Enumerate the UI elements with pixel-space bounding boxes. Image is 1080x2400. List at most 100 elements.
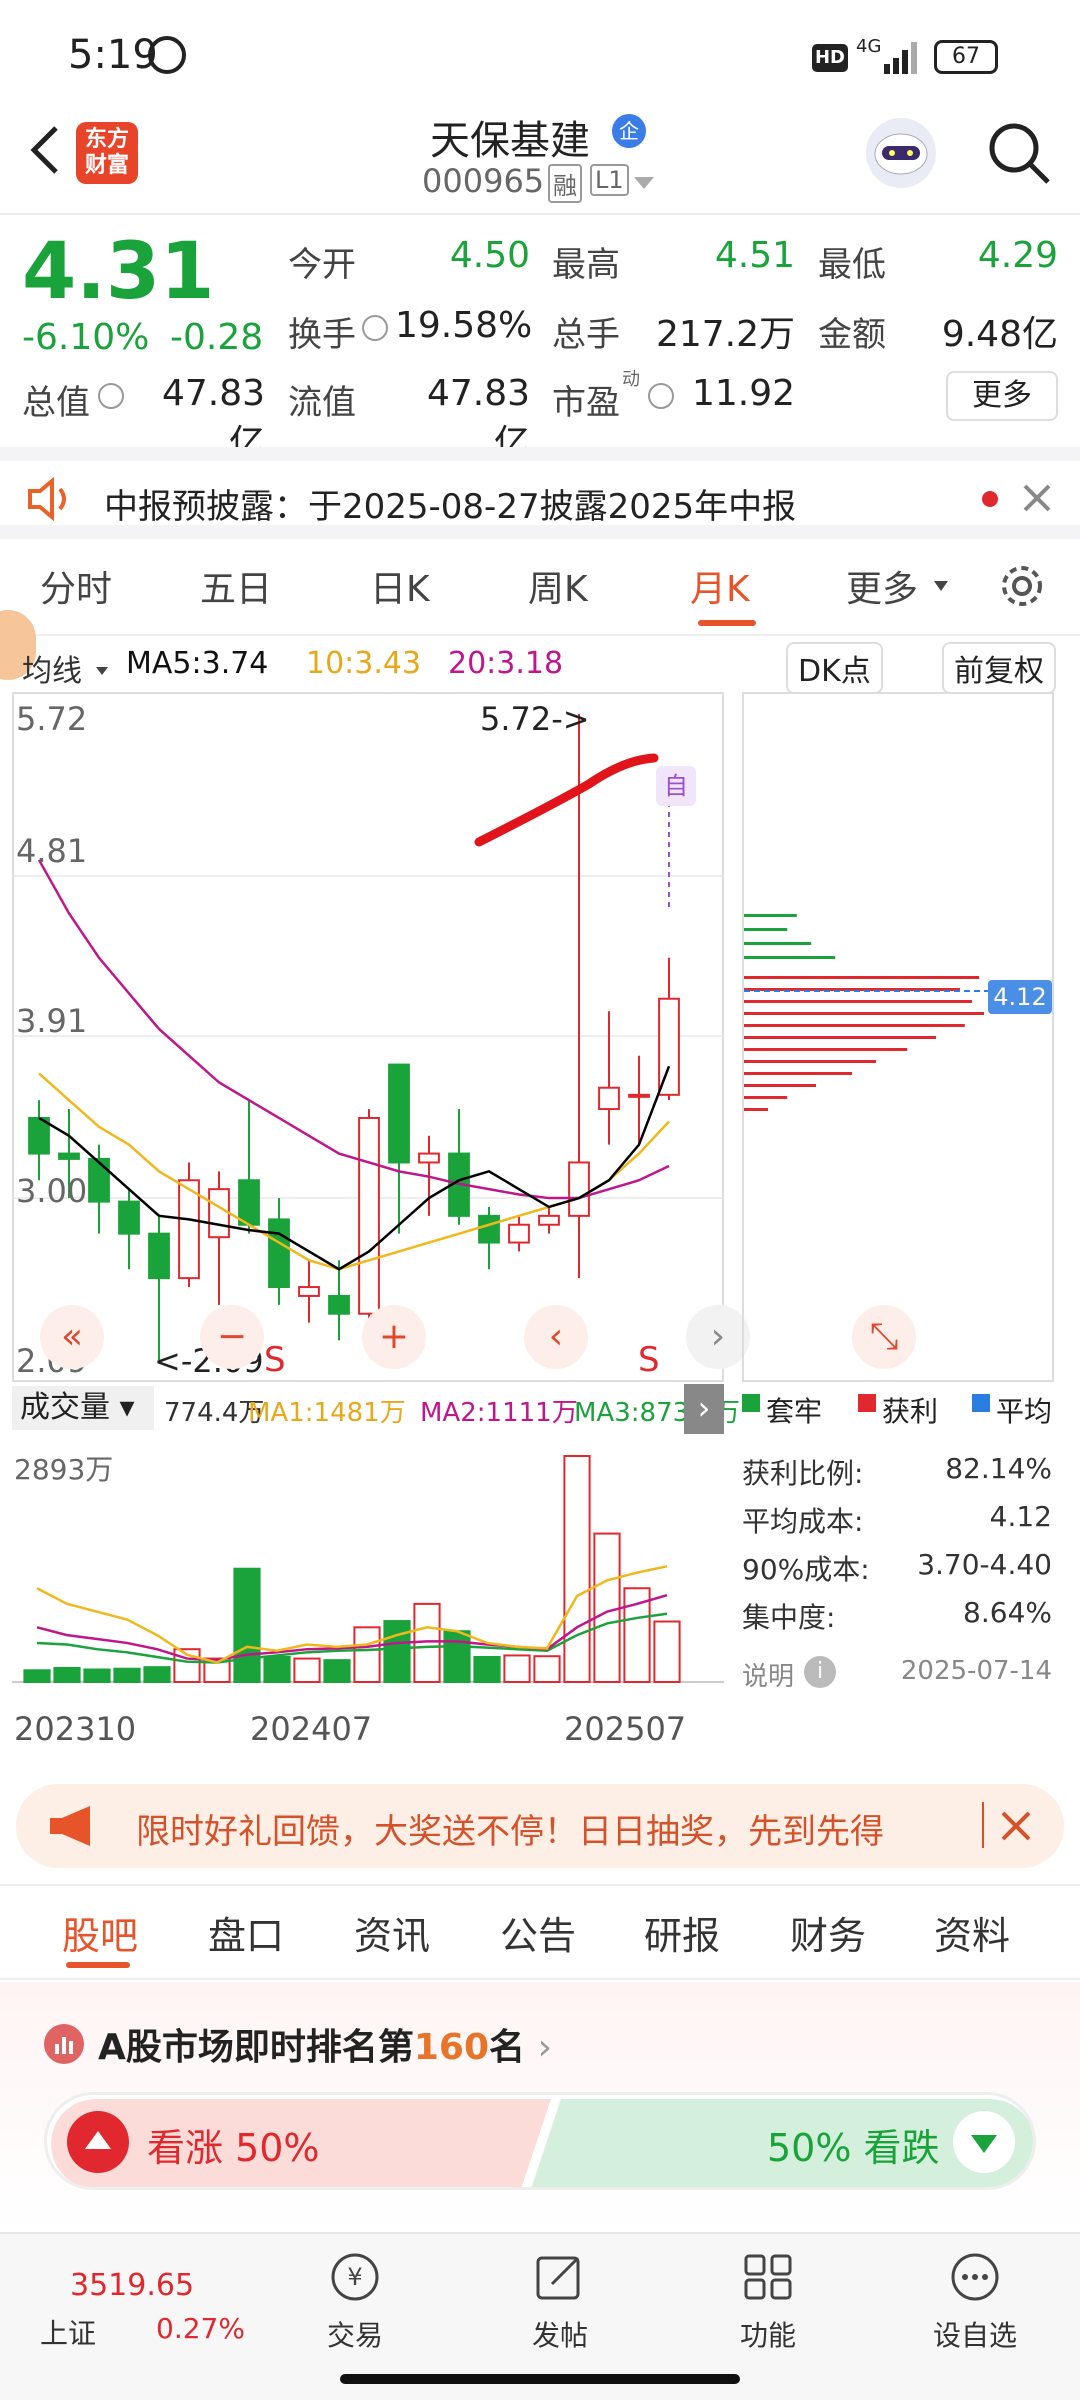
cost-bar-trapped: [744, 942, 812, 945]
high-marker: 5.72->: [480, 700, 590, 738]
battery-icon: 67: [934, 40, 998, 74]
tab-more[interactable]: 更多: [846, 560, 918, 612]
zoom-in-icon[interactable]: +: [362, 1305, 426, 1369]
ma10-legend: 10:3.43: [306, 646, 422, 681]
bull-up-icon[interactable]: [67, 2111, 129, 2173]
cost-bar-profit: [744, 1024, 965, 1027]
active-tab-indicator: [66, 1962, 130, 1968]
chevron-left-icon[interactable]: [22, 120, 72, 180]
nav-functions[interactable]: 功能: [708, 2314, 828, 2354]
index-value[interactable]: 3519.65: [70, 2268, 194, 2303]
nav-post[interactable]: 发帖: [500, 2314, 620, 2354]
compose-icon[interactable]: [534, 2252, 586, 2302]
kline-panel[interactable]: [12, 692, 724, 1382]
vol-ma2-legend: MA2:1111万: [420, 1398, 578, 1428]
tab-weekly-k[interactable]: 周K: [528, 560, 588, 612]
home-indicator: [340, 2374, 740, 2384]
stat-value: 3.70-4.40: [917, 1548, 1052, 1581]
close-icon[interactable]: [1000, 1810, 1032, 1842]
bear-down-icon[interactable]: [953, 2111, 1015, 2173]
unread-dot: [982, 491, 998, 507]
tab-research[interactable]: 研报: [644, 1905, 720, 1960]
cost-distribution-panel[interactable]: [742, 692, 1054, 1382]
more-dots-icon[interactable]: [948, 2252, 1002, 2302]
bear-label[interactable]: 50% 看跌: [767, 2117, 940, 2172]
cost-bar-profit: [744, 976, 980, 979]
tab-forum[interactable]: 股吧: [62, 1905, 138, 1960]
cost-bar-profit: [744, 1096, 788, 1099]
caret-down-icon: [96, 660, 108, 679]
chevron-right-icon[interactable]: ›: [686, 1305, 750, 1369]
search-icon[interactable]: [984, 118, 1054, 188]
caret-down-icon: [934, 576, 948, 595]
tab-profile[interactable]: 资料: [934, 1905, 1010, 1960]
candle-body: [208, 1188, 230, 1239]
cost-bar-profit: [744, 1012, 984, 1015]
megaphone-icon: [46, 1804, 102, 1848]
nav-add-watchlist[interactable]: 设自选: [915, 2314, 1035, 2354]
volume-bar: [23, 1669, 51, 1683]
candle: [118, 1189, 140, 1270]
tab-daily-k[interactable]: 日K: [370, 560, 430, 612]
candle-body: [478, 1214, 500, 1244]
bull-label[interactable]: 看涨 50%: [147, 2117, 320, 2172]
notice-bar[interactable]: 中报预披露：于2025-08-27披露2025年中报: [0, 447, 1080, 539]
tab-intraday[interactable]: 分时: [40, 560, 112, 612]
speaker-icon: [26, 476, 76, 522]
cost-bar-profit: [744, 1060, 876, 1063]
candle-body: [238, 1179, 260, 1226]
note-label[interactable]: 说明: [742, 1656, 794, 1693]
stock-name: 天保基建: [430, 118, 590, 164]
stock-code: 000965: [422, 162, 545, 200]
candle-body: [58, 1152, 80, 1160]
rewind-icon[interactable]: «: [40, 1305, 104, 1369]
candle: [208, 1171, 230, 1305]
adjust-button[interactable]: 前复权: [942, 642, 1056, 694]
volume-panel[interactable]: [12, 1436, 724, 1692]
info-icon[interactable]: i: [804, 1656, 836, 1688]
volume-bar: [233, 1567, 261, 1683]
more-button[interactable]: 更多: [946, 371, 1058, 421]
chevron-down-icon[interactable]: [634, 174, 654, 193]
signal-icon: [860, 40, 920, 74]
y-label-4: 3.00: [16, 1172, 88, 1210]
tab-monthly-k[interactable]: 月K: [690, 560, 750, 612]
volume-selector[interactable]: 成交量 ▾: [12, 1386, 154, 1430]
info-icon[interactable]: [98, 383, 124, 409]
ranking-text[interactable]: A股市场即时排名第160名 ›: [98, 2018, 552, 2070]
close-icon[interactable]: [1022, 483, 1052, 513]
grid-icon[interactable]: [742, 2252, 794, 2302]
volume-bar: [383, 1620, 411, 1683]
level-tag: L1: [590, 164, 629, 196]
chevron-right-icon[interactable]: ›: [684, 1384, 724, 1434]
chevron-left-icon[interactable]: ‹: [524, 1305, 588, 1369]
promo-banner[interactable]: 限时好礼回馈，大奖送不停！日日抽奖，先到先得: [16, 1784, 1064, 1868]
candle: [658, 957, 680, 1101]
expand-icon[interactable]: ⤡: [852, 1305, 916, 1369]
clock: 5:19: [68, 32, 158, 78]
volume-bar: [143, 1666, 171, 1683]
alarm-icon: [148, 36, 186, 74]
cost-bar-trapped: [744, 914, 797, 917]
float-cap-label: 流值: [288, 383, 356, 423]
info-icon[interactable]: [362, 315, 388, 341]
nav-trade[interactable]: 交易: [295, 2314, 415, 2354]
dk-point-button[interactable]: DK点: [786, 642, 883, 694]
cost-bar-profit: [744, 1036, 936, 1039]
candle: [598, 1011, 620, 1145]
tab-financials[interactable]: 财务: [790, 1905, 866, 1960]
robot-avatar-icon[interactable]: [866, 118, 936, 188]
avg-cost-tag: 4.12: [988, 980, 1052, 1014]
tab-five-day[interactable]: 五日: [200, 560, 272, 612]
tab-news[interactable]: 资讯: [354, 1905, 430, 1960]
chart-icon: [44, 2024, 84, 2064]
info-icon[interactable]: [648, 383, 674, 409]
yen-icon[interactable]: ¥: [326, 2252, 384, 2302]
gear-icon[interactable]: [996, 560, 1048, 612]
tab-announcements[interactable]: 公告: [500, 1905, 576, 1960]
ma-selector[interactable]: 均线: [22, 646, 82, 690]
tab-order-book[interactable]: 盘口: [208, 1905, 284, 1960]
volume-bar: [563, 1455, 591, 1683]
zoom-out-icon[interactable]: −: [200, 1305, 264, 1369]
candle: [448, 1109, 470, 1225]
